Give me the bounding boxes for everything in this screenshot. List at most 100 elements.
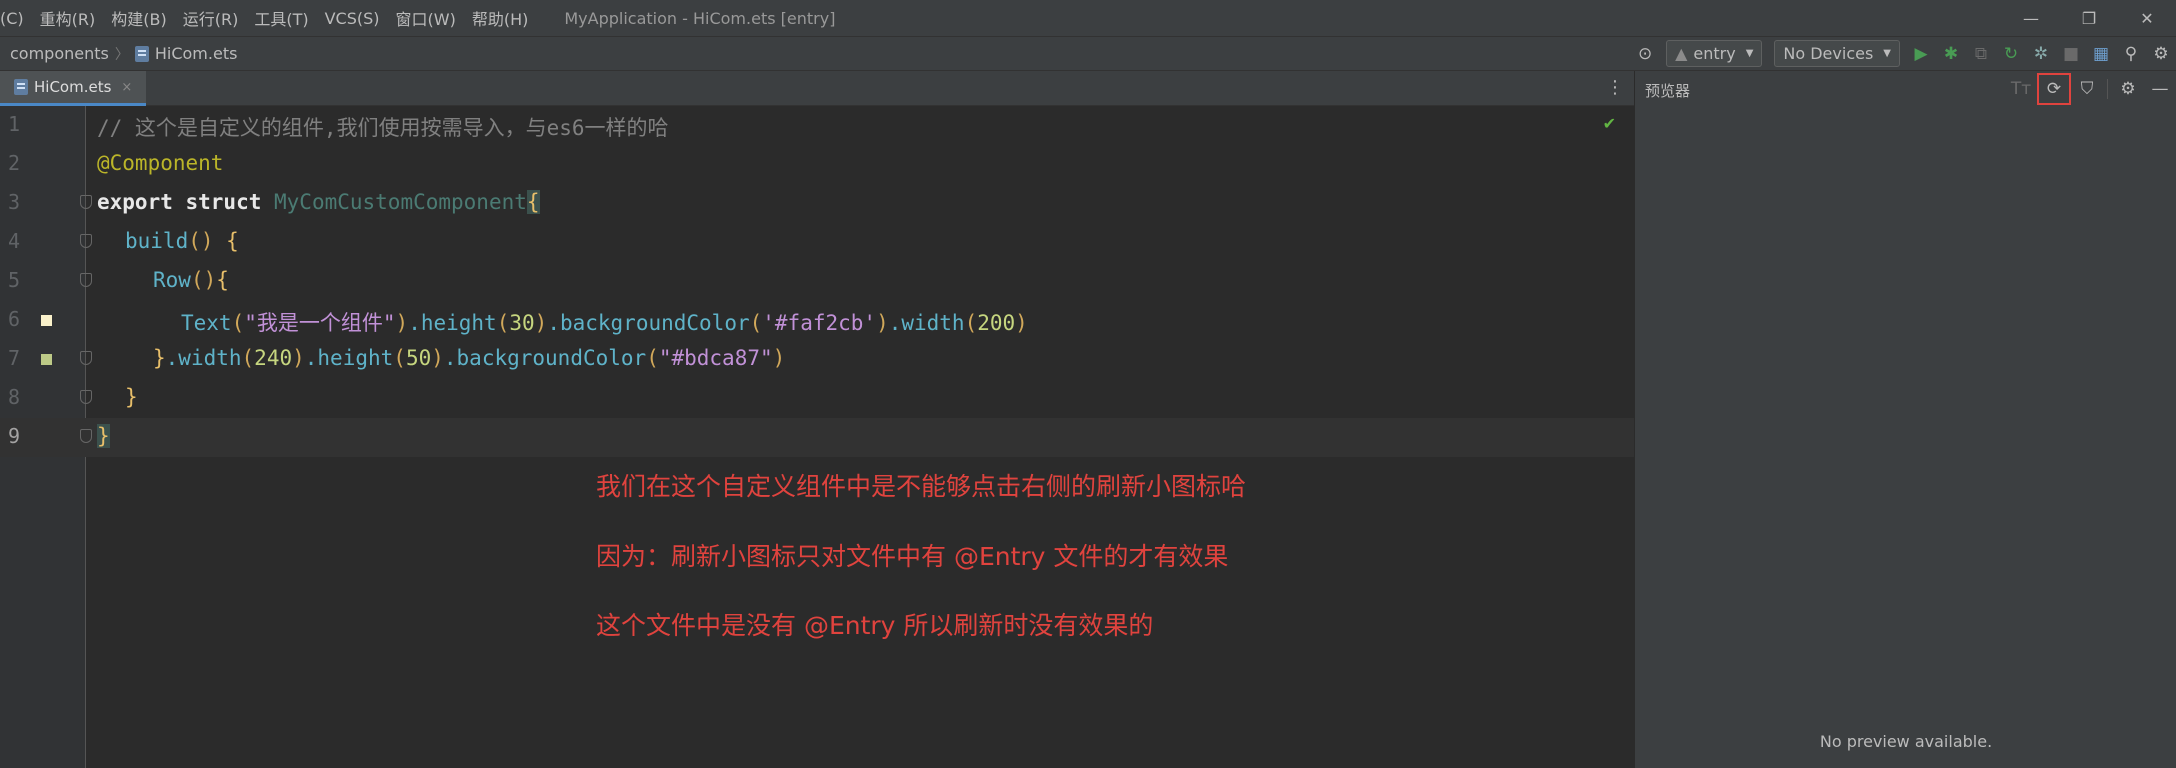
inspector-icon[interactable]: ⛉ xyxy=(2071,73,2103,105)
code-text: @Component xyxy=(97,151,224,175)
window-controls: — ❐ ✕ xyxy=(2002,0,2176,36)
stop-icon[interactable]: ■ xyxy=(2056,39,2086,69)
gear-icon[interactable]: ⚙ xyxy=(2146,39,2176,69)
code-keyword: export struct xyxy=(97,190,275,214)
annotation-text: 因为：刷新小图标只对文件中有 @Entry 文件的才有效果 xyxy=(596,542,1229,571)
code-line: 5 Row(){ xyxy=(0,262,1634,301)
code-brace: } xyxy=(153,346,166,370)
tab-hicom-ets[interactable]: HiCom.ets × xyxy=(0,71,146,106)
code-paren: ( xyxy=(231,311,245,335)
code-paren: ( xyxy=(393,346,406,370)
font-size-icon[interactable]: Tт xyxy=(2005,73,2037,105)
menu-item-window[interactable]: 窗口(W) xyxy=(388,6,464,30)
restore-icon[interactable]: ❐ xyxy=(2060,0,2118,36)
code-line: 8 } xyxy=(0,379,1634,418)
fold-icon[interactable] xyxy=(80,429,92,443)
code-function: Text xyxy=(181,311,232,335)
close-tab-icon[interactable]: × xyxy=(121,80,132,95)
toolbar-divider xyxy=(2107,79,2108,99)
code-paren: () xyxy=(188,229,227,253)
code-number: 30 xyxy=(509,311,535,335)
code-brace: } xyxy=(125,385,138,409)
code-string: "我是一个组件" xyxy=(244,311,396,335)
previewer-panel: 预览器 Tт ⟳ ⛉ ⚙ — No preview available. xyxy=(1634,71,2176,768)
menu-item-build[interactable]: 构建(B) xyxy=(103,6,174,30)
line-number: 3 xyxy=(8,190,21,214)
module-select[interactable]: ▲ entry ▼ xyxy=(1666,40,1763,67)
line-number: 2 xyxy=(8,151,21,175)
minimize-panel-icon[interactable]: — xyxy=(2144,73,2176,105)
code-method: .backgroundColor xyxy=(443,346,647,370)
code-line: 3 export struct MyComCustomComponent{ xyxy=(0,184,1634,223)
code-method: .width xyxy=(165,346,242,370)
menu-item-run[interactable]: 运行(R) xyxy=(175,6,247,30)
menu-item-help[interactable]: 帮助(H) xyxy=(464,6,537,30)
line-number: 4 xyxy=(8,229,21,253)
navigation-bar: components 〉 HiCom.ets ⊙ ▲ entry ▼ No De… xyxy=(0,36,2176,71)
previewer-title: 预览器 xyxy=(1645,82,1691,100)
device-select[interactable]: No Devices ▼ xyxy=(1774,40,1900,67)
code-paren: ) xyxy=(876,311,889,335)
code-text: Text("我是一个组件").height(30).backgroundColo… xyxy=(181,307,1028,337)
target-icon[interactable]: ⊙ xyxy=(1630,39,1660,69)
code-text: export struct MyComCustomComponent{ xyxy=(97,190,540,214)
code-paren: ) xyxy=(292,346,305,370)
code-editor[interactable]: ✔ 1 // 这个是自定义的组件,我们使用按需导入，与es6一样的哈 2 @Co… xyxy=(0,106,1634,768)
code-brace: } xyxy=(97,424,110,448)
menu-bar: (C) 重构(R) 构建(B) 运行(R) 工具(T) VCS(S) 窗口(W)… xyxy=(0,0,2176,36)
code-line: 7 }.width(240).height(50).backgroundColo… xyxy=(0,340,1634,379)
menu-item-tools[interactable]: 工具(T) xyxy=(246,6,316,30)
code-paren: ( xyxy=(496,311,510,335)
color-swatch-faf2cb[interactable] xyxy=(41,315,52,326)
code-text: }.width(240).height(50).backgroundColor(… xyxy=(153,346,785,370)
minimize-icon[interactable]: — xyxy=(2002,0,2060,36)
code-paren: ) xyxy=(534,311,548,335)
code-paren: ) xyxy=(772,346,786,370)
line-number: 8 xyxy=(8,385,21,409)
color-swatch-bdca87[interactable] xyxy=(41,354,52,365)
breadcrumb-folder[interactable]: components xyxy=(10,44,109,63)
tab-label: HiCom.ets xyxy=(34,78,112,96)
menu-item-refactor[interactable]: 重构(R) xyxy=(32,6,104,30)
fold-icon[interactable] xyxy=(80,234,92,248)
code-text: // 这个是自定义的组件,我们使用按需导入，与es6一样的哈 xyxy=(97,116,669,140)
code-method: .backgroundColor xyxy=(547,311,750,335)
code-number: 50 xyxy=(405,346,432,370)
fold-icon[interactable] xyxy=(80,390,92,404)
debug-icon[interactable]: ✱ xyxy=(1936,39,1966,69)
code-brace: { xyxy=(526,190,540,214)
fold-icon[interactable] xyxy=(80,195,92,209)
profiler-icon[interactable]: ✲ xyxy=(2026,39,2056,69)
device-manager-icon[interactable]: ▦ xyxy=(2086,39,2116,69)
breadcrumb: components 〉 HiCom.ets xyxy=(0,44,237,64)
code-function: Row xyxy=(153,268,191,292)
code-paren: ( xyxy=(646,346,659,370)
code-function: build xyxy=(125,229,189,253)
previewer-toolbar: Tт ⟳ ⛉ ⚙ — xyxy=(2005,73,2176,105)
chevron-down-icon: ▼ xyxy=(1883,48,1891,59)
code-paren: ) xyxy=(395,311,409,335)
gear-icon[interactable]: ⚙ xyxy=(2112,73,2144,105)
fold-icon[interactable] xyxy=(80,273,92,287)
code-paren: () xyxy=(190,268,217,292)
apply-changes-icon[interactable]: ↻ xyxy=(1996,39,2026,69)
line-number: 1 xyxy=(8,112,21,136)
menu-item-code[interactable]: (C) xyxy=(0,9,32,28)
fold-icon[interactable] xyxy=(80,351,92,365)
more-vertical-icon[interactable]: ⋮ xyxy=(1606,77,1624,98)
search-icon[interactable]: ⚲ xyxy=(2116,39,2146,69)
close-icon[interactable]: ✕ xyxy=(2118,0,2176,36)
attach-debugger-icon[interactable]: ⧉ xyxy=(1966,39,1996,69)
code-line-current: 9 } xyxy=(0,418,1634,457)
code-paren: ) xyxy=(1015,311,1028,335)
code-text: Row(){ xyxy=(153,268,229,292)
no-preview-message: No preview available. xyxy=(1819,732,1993,751)
breadcrumb-file[interactable]: HiCom.ets xyxy=(155,44,238,63)
refresh-icon[interactable]: ⟳ xyxy=(2037,73,2071,105)
code-method: .width xyxy=(888,311,965,335)
ets-file-icon xyxy=(14,79,28,95)
run-icon[interactable]: ▶ xyxy=(1906,39,1936,69)
code-number: 200 xyxy=(977,311,1016,335)
annotation-text: 我们在这个自定义组件中是不能够点击右侧的刷新小图标哈 xyxy=(596,472,1247,501)
menu-item-vcs[interactable]: VCS(S) xyxy=(317,9,388,28)
